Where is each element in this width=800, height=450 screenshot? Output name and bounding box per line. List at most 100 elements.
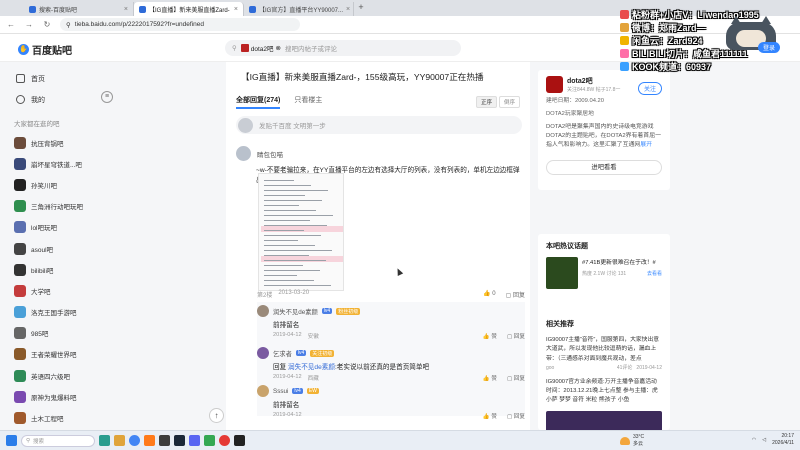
sort-asc-button[interactable]: 正序	[475, 96, 497, 108]
expand-link[interactable]: 展开	[640, 142, 652, 148]
mention-link[interactable]: 润失不见de素颜	[288, 364, 335, 371]
like-button[interactable]: 👍 赞	[483, 332, 497, 340]
reply-button[interactable]: ▢ 回复	[507, 412, 525, 420]
reply-button[interactable]: ▢ 回复	[506, 290, 525, 299]
back-to-top-button[interactable]: ↑	[209, 408, 224, 423]
taskbar-search[interactable]: ⚲ 搜索	[21, 434, 95, 447]
sidebar-forum-item[interactable]: 洛克王国手游吧	[0, 302, 100, 323]
avatar	[238, 117, 253, 133]
sub-username[interactable]: Sssui	[273, 388, 288, 395]
forum-avatar	[14, 327, 26, 340]
follow-button[interactable]: 关注	[637, 82, 662, 95]
sidebar-forum-item[interactable]: 抗压背锅吧	[0, 132, 100, 153]
wifi-icon[interactable]: ◠	[752, 437, 756, 443]
forum-name[interactable]: dota2吧	[567, 76, 620, 86]
recommend-item[interactable]: IG90007官方业余频道:万开主播争音嘉活动时间：2013.12.21晚上七点…	[538, 375, 670, 409]
sidebar-forum-item[interactable]: asoul吧	[0, 238, 100, 259]
weather-widget[interactable]: 33°C 多云	[620, 434, 644, 447]
sidebar-item-mine[interactable]: 我的	[0, 89, 100, 110]
topic-thumbnail	[546, 257, 578, 289]
recommend-item[interactable]: IG90007主播“音符”，国服第四，大家快出意大道武，所以发现他比较逗萌的话，…	[538, 333, 670, 375]
forum-avatar	[14, 178, 26, 191]
forum-label: 985吧	[31, 331, 49, 339]
like-button[interactable]: 👍 赞	[483, 412, 497, 420]
avatar[interactable]	[257, 385, 269, 397]
windows-start-icon[interactable]	[6, 435, 17, 446]
sidebar-forum-item[interactable]: 大学吧	[0, 280, 100, 301]
forum-card: dota2吧 关注844.8W 帖子17.8一 关注 建吧日期：2009.04.2…	[538, 70, 670, 190]
sidebar-forum-item[interactable]: 孙笑川吧	[0, 174, 100, 195]
app-icon[interactable]	[234, 435, 245, 446]
sub-username[interactable]: 润失不见de素颜	[273, 307, 318, 316]
sub-date: 2019-04-12	[273, 412, 302, 418]
app-icon[interactable]	[189, 435, 200, 446]
sidebar-forum-item[interactable]: 英语四六级吧	[0, 365, 100, 386]
chrome-icon[interactable]	[129, 435, 140, 446]
like-button[interactable]: 👍 0	[483, 290, 495, 299]
close-tab-icon[interactable]: ×	[346, 6, 350, 13]
sidebar-forum-item[interactable]: 土木工程吧	[0, 407, 100, 428]
new-tab-button[interactable]: +	[354, 2, 368, 16]
volume-icon[interactable]: ◁	[762, 437, 766, 443]
url-field[interactable]: ⚲ tieba.baidu.com/p/2222017592?fr=undefin…	[60, 18, 300, 31]
overlay-line: 闲鱼云：Zard924	[620, 34, 703, 47]
forum-label: 大学吧	[31, 288, 51, 296]
reply-button[interactable]: ▢ 回复	[507, 374, 525, 382]
back-icon[interactable]: ←	[6, 20, 16, 29]
hot-topic-item[interactable]: #7.41B更新很难召在于改！# 热度 2.1W 讨论 131 去看看	[538, 255, 670, 291]
sidebar-forum-item[interactable]: 崩坏星穹铁道...吧	[0, 153, 100, 174]
recommend-image[interactable]	[546, 410, 662, 430]
sort-desc-button[interactable]: 倒序	[498, 96, 520, 108]
sidebar-item-home[interactable]: 首页	[0, 68, 100, 89]
enter-forum-button[interactable]: 进吧看看	[546, 160, 662, 176]
taskbar-search-placeholder: 搜索	[33, 438, 45, 445]
app-icon[interactable]	[144, 435, 155, 446]
app-icon[interactable]	[159, 435, 170, 446]
tieba-logo[interactable]: ✋ 百度贴吧	[18, 42, 72, 57]
reply-placeholder: 发贴千百度 文明第一步	[259, 123, 326, 130]
reply-label: 回复	[513, 334, 525, 340]
post-image[interactable]	[258, 173, 344, 291]
reload-icon[interactable]: ↻	[42, 20, 52, 29]
steam-icon[interactable]	[174, 435, 185, 446]
sub-username[interactable]: 乞求者	[273, 349, 292, 358]
sidebar-forum-item[interactable]: 原神为鬼爆料吧	[0, 386, 100, 407]
forward-icon[interactable]: →	[24, 20, 34, 29]
floor-username[interactable]: 睛包包喵	[257, 149, 283, 159]
forum-list: 抗压背锅吧 崩坏星穹铁道...吧 孙笑川吧 三角洲行动吧玩吧 lol吧玩吧 asoul吧 b…	[0, 132, 100, 429]
avatar[interactable]	[257, 347, 269, 359]
reply-input[interactable]: 发贴千百度 文明第一步	[236, 116, 522, 134]
app-icon[interactable]	[219, 435, 230, 446]
dota2-logo-icon	[546, 76, 563, 93]
close-tab-icon[interactable]: ×	[234, 6, 238, 13]
recommend-text: IG90007官方业余频道:万开主播争音嘉活动时间：2013.12.21晚上七点…	[546, 378, 658, 404]
search-bar[interactable]: ⚲ dota2吧 ⊗ 搜吧内帖子或评论	[225, 40, 461, 56]
clock[interactable]: 20:17 2026/4/11	[772, 433, 794, 446]
tab-all-replies[interactable]: 全部回复(274)	[236, 95, 281, 109]
sidebar-forum-item[interactable]: 王者荣耀世界吧	[0, 344, 100, 365]
tab-op-only[interactable]: 只看楼主	[294, 95, 322, 109]
sidebar-forum-item[interactable]: 985吧	[0, 323, 100, 344]
image-text-line	[264, 250, 332, 252]
browser-tab-1[interactable]: 搜索-百度贴吧 ×	[24, 2, 134, 16]
avatar[interactable]	[236, 146, 251, 161]
sub-date: 2019-04-12	[273, 374, 302, 380]
sidebar-forum-item[interactable]: 三角洲行动吧玩吧	[0, 196, 100, 217]
close-tab-icon[interactable]: ×	[124, 6, 128, 13]
app-icon[interactable]	[99, 435, 110, 446]
sub-text: 前排留名	[273, 402, 300, 409]
go-see-link[interactable]: 去看看	[647, 270, 662, 277]
sidebar-forum-item[interactable]: bilibili吧	[0, 259, 100, 280]
sidebar-forum-item[interactable]: lol吧玩吧	[0, 217, 100, 238]
like-button[interactable]: 👍 赞	[483, 374, 497, 382]
sidebar-collapse-button[interactable]: ≡	[101, 91, 113, 103]
browser-tab-3[interactable]: 【IG官方】直播平台YY90007... ×	[244, 2, 354, 16]
login-button[interactable]: 登录	[758, 42, 781, 53]
browser-tab-2[interactable]: 【IG直播】新来美服直播Zard- ×	[134, 2, 244, 16]
avatar[interactable]	[257, 305, 269, 317]
forum-avatar	[14, 306, 26, 319]
reply-button[interactable]: ▢ 回复	[507, 332, 525, 340]
app-icon[interactable]	[204, 435, 215, 446]
folder-icon[interactable]	[114, 435, 125, 446]
search-forum-tag[interactable]: dota2吧 ⊗	[240, 43, 281, 53]
